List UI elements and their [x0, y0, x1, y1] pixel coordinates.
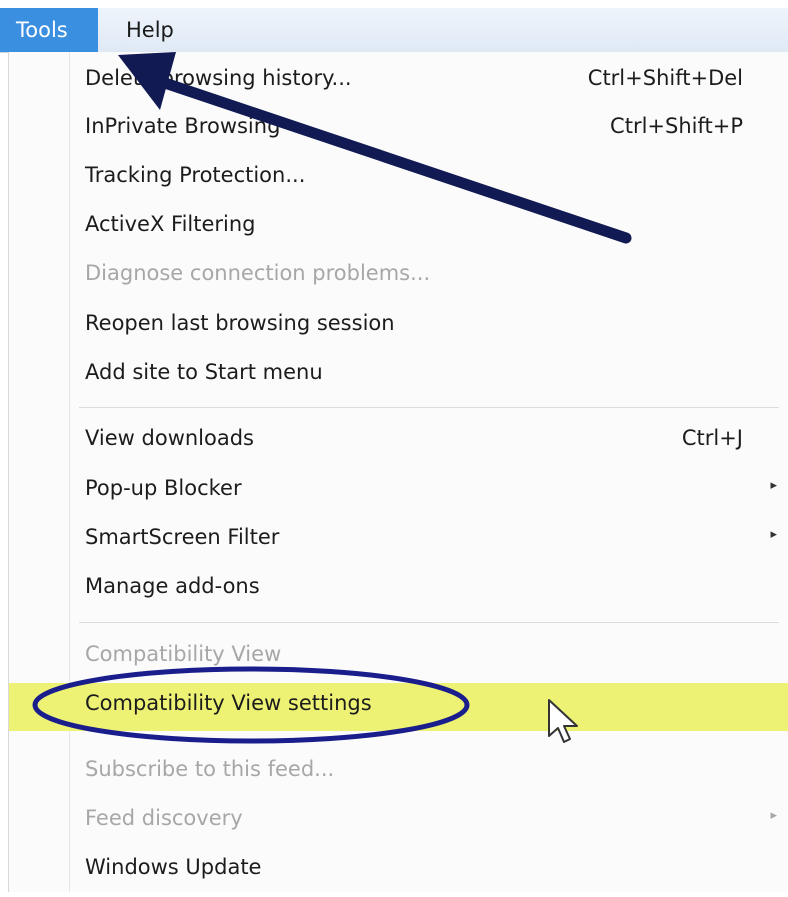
menu-item-add-site-to-start-menu[interactable]: Add site to Start menu [9, 352, 788, 396]
menu-item-label: Add site to Start menu [85, 360, 323, 384]
menu-item-compatibility-view-settings[interactable]: Compatibility View settings [9, 683, 788, 731]
menu-item-tracking-protection[interactable]: Tracking Protection... [9, 155, 788, 199]
menu-bar: Tools Help [0, 8, 788, 53]
menu-item-delete-browsing-history[interactable]: Delete browsing history... Ctrl+Shift+De… [9, 58, 788, 102]
menu-item-inprivate-browsing[interactable]: InPrivate Browsing Ctrl+Shift+P [9, 106, 788, 150]
menu-item-feed-discovery: Feed discovery ▸ [9, 798, 788, 842]
menu-help[interactable]: Help [112, 8, 188, 52]
menu-item-label: ActiveX Filtering [85, 212, 256, 236]
menu-item-label: InPrivate Browsing [85, 114, 281, 138]
menu-item-label: Diagnose connection problems... [85, 261, 431, 285]
tools-dropdown-menu: Delete browsing history... Ctrl+Shift+De… [8, 52, 788, 892]
menu-item-windows-update[interactable]: Windows Update [9, 847, 788, 891]
menu-item-label: SmartScreen Filter [85, 525, 280, 549]
menu-item-label: Compatibility View settings [85, 691, 372, 715]
menu-item-popup-blocker[interactable]: Pop-up Blocker ▸ [9, 468, 788, 512]
menu-item-label: Tracking Protection... [85, 163, 306, 187]
menu-item-smartscreen-filter[interactable]: SmartScreen Filter ▸ [9, 517, 788, 561]
menu-item-label: Reopen last browsing session [85, 311, 395, 335]
menu-item-manage-add-ons[interactable]: Manage add-ons [9, 566, 788, 610]
menu-item-label: Manage add-ons [85, 574, 260, 598]
menu-item-label: Delete browsing history... [85, 66, 352, 90]
menu-item-compatibility-view: Compatibility View [9, 634, 788, 678]
menu-item-label: View downloads [85, 426, 254, 450]
menu-item-label: Pop-up Blocker [85, 476, 242, 500]
menu-item-label: Subscribe to this feed... [85, 757, 335, 781]
submenu-arrow-icon: ▸ [770, 808, 777, 823]
mouse-pointer-icon [548, 699, 578, 743]
menu-item-shortcut: Ctrl+Shift+Del [587, 66, 743, 90]
menu-item-activex-filtering[interactable]: ActiveX Filtering [9, 204, 788, 248]
menu-item-shortcut: Ctrl+Shift+P [610, 114, 743, 138]
menu-item-diagnose-connection-problems: Diagnose connection problems... [9, 253, 788, 297]
menu-item-label: Feed discovery [85, 806, 243, 830]
submenu-arrow-icon: ▸ [770, 478, 777, 493]
menu-item-label: Windows Update [85, 855, 262, 879]
menu-item-reopen-last-browsing-session[interactable]: Reopen last browsing session [9, 303, 788, 347]
menu-item-subscribe-to-this-feed: Subscribe to this feed... [9, 749, 788, 793]
menu-tools[interactable]: Tools [0, 8, 98, 52]
menu-item-shortcut: Ctrl+J [681, 426, 743, 450]
menu-item-label: Compatibility View [85, 642, 282, 666]
menu-separator [79, 622, 779, 623]
submenu-arrow-icon: ▸ [770, 527, 777, 542]
menu-item-view-downloads[interactable]: View downloads Ctrl+J [9, 418, 788, 462]
menu-separator [79, 407, 779, 408]
